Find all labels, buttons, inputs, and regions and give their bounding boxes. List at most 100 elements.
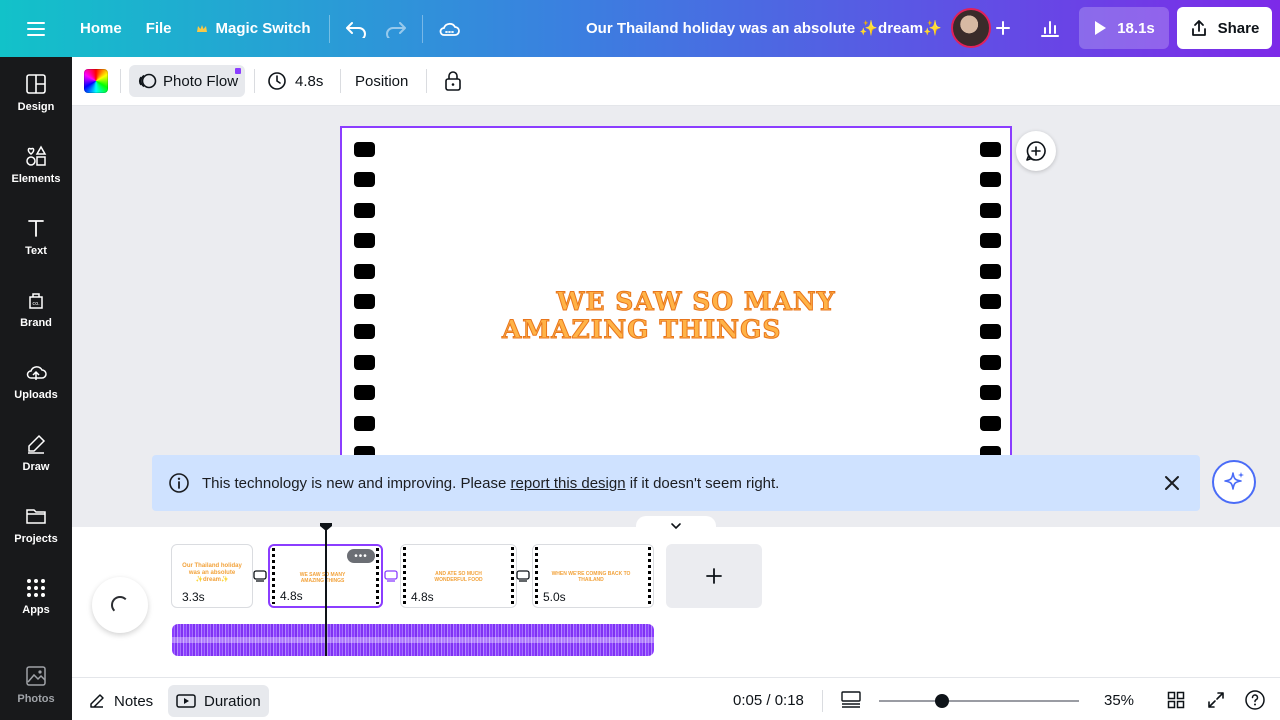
cloud-save-status[interactable] (429, 9, 469, 49)
transition-icon (516, 570, 530, 582)
bottom-bar: Notes Duration 0:05 / 0:18 35% (72, 677, 1280, 720)
transition-button[interactable] (384, 569, 398, 583)
sidebar-item-label: Uploads (14, 389, 58, 401)
animation-label: Photo Flow (163, 72, 239, 90)
expand-icon (1208, 692, 1224, 708)
film-strip (511, 547, 514, 605)
chevron-down-icon (671, 523, 681, 530)
sidebar-item-label: Text (25, 245, 47, 257)
scene-duration: 5.0s (541, 590, 568, 604)
elements-icon (26, 145, 47, 166)
sidebar-item-photos[interactable]: Photos (0, 653, 72, 717)
transition-icon (253, 570, 267, 582)
transition-button[interactable] (516, 569, 530, 583)
sidebar-item-label: Photos (17, 693, 55, 705)
page-view-icon (841, 691, 861, 708)
redo-icon (385, 21, 406, 38)
plus-icon (996, 21, 1010, 35)
divider (254, 69, 255, 93)
projects-icon (26, 509, 46, 524)
sidebar-item-brand[interactable]: co. Brand (0, 277, 72, 341)
file-menu[interactable]: File (134, 9, 184, 49)
invite-button[interactable] (984, 9, 1022, 47)
clock-icon (268, 72, 286, 90)
page-view-button[interactable] (840, 689, 862, 711)
insights-button[interactable] (1030, 8, 1070, 48)
canvas-headline[interactable]: WE SAW SO MANY AMAZING THINGS (502, 287, 862, 344)
zoom-slider-handle[interactable] (935, 694, 949, 708)
zoom-level[interactable]: 35% (1104, 692, 1134, 709)
design-canvas[interactable]: WE SAW SO MANY AMAZING THINGS (340, 126, 1012, 460)
magic-assistant-button[interactable] (1212, 460, 1256, 504)
playback-time: 0:05 / 0:18 (733, 692, 804, 709)
share-button[interactable]: Share (1177, 7, 1272, 49)
collapse-timeline-button[interactable] (636, 516, 716, 530)
duration-label: Duration (204, 692, 261, 710)
notes-label: Notes (114, 692, 154, 710)
top-bar: Home File Magic Switch Our Thailand holi… (0, 0, 1280, 57)
play-duration: 18.1s (1117, 19, 1155, 37)
sidebar-item-design[interactable]: Design (0, 61, 72, 125)
undo-button[interactable] (336, 9, 376, 49)
scene-more-options-button[interactable]: ••• (347, 549, 375, 563)
scene-thumbnail-1[interactable]: Our Thailand holiday was an absolute ✨dr… (171, 544, 253, 608)
color-picker-button[interactable] (84, 69, 108, 93)
apps-icon (27, 579, 45, 597)
scene-thumb-text: AND ATE SO MUCH WONDERFUL FOOD (434, 571, 483, 583)
home-button[interactable]: Home (68, 9, 134, 49)
sidebar-item-projects[interactable]: Projects (0, 493, 72, 557)
close-icon (1165, 476, 1179, 490)
timing-button[interactable]: 4.8s (267, 65, 323, 97)
scene-thumbnail-4[interactable]: WHEN WE'RE COMING BACK TO THAILAND 5.0s (532, 544, 654, 608)
new-badge (235, 68, 241, 74)
redo-button[interactable] (376, 9, 416, 49)
hamburger-icon (27, 21, 45, 36)
divider (822, 690, 823, 712)
info-icon (169, 473, 189, 493)
sidebar-item-text[interactable]: Text (0, 205, 72, 269)
scene-thumbnail-3[interactable]: AND ATE SO MUCH WONDERFUL FOOD 4.8s (400, 544, 517, 608)
playhead[interactable] (325, 527, 327, 656)
notice-prefix: This technology is new and improving. Pl… (202, 474, 511, 492)
magic-switch-label: Magic Switch (215, 20, 311, 37)
crown-icon (196, 24, 207, 32)
notice-text: This technology is new and improving. Pl… (202, 475, 779, 492)
design-title[interactable]: Our Thailand holiday was an absolute ✨dr… (586, 19, 942, 37)
duration-button[interactable]: Duration (168, 685, 269, 717)
add-comment-button[interactable] (1016, 131, 1056, 171)
grid-view-button[interactable] (1165, 689, 1187, 711)
sidebar-item-draw[interactable]: Draw (0, 421, 72, 485)
scene-duration: 4.8s (409, 590, 436, 604)
divider (340, 69, 341, 93)
film-strip (376, 548, 379, 604)
close-notice-button[interactable] (1160, 471, 1184, 495)
magic-switch-button[interactable]: Magic Switch (184, 9, 323, 49)
notice-suffix: if it doesn't seem right. (625, 474, 780, 492)
lock-button[interactable] (441, 69, 465, 93)
report-design-link[interactable]: report this design (511, 475, 626, 492)
sidebar-item-apps[interactable]: Apps (0, 565, 72, 629)
present-button[interactable]: 18.1s (1079, 7, 1169, 49)
animation-button[interactable]: Photo Flow (129, 65, 245, 97)
sidebar-item-elements[interactable]: Elements (0, 133, 72, 197)
scene-duration: 3.3s (180, 590, 207, 604)
svg-text:co.: co. (32, 301, 40, 307)
transition-button[interactable] (253, 569, 267, 583)
notes-button[interactable]: Notes (80, 685, 161, 717)
zoom-slider[interactable] (879, 700, 1079, 702)
share-icon (1191, 20, 1206, 36)
audio-track[interactable] (172, 624, 654, 656)
headline-line-1: WE SAW SO MANY (556, 287, 836, 316)
sidebar-item-label: Elements (11, 173, 61, 185)
comment-add-icon (1026, 141, 1046, 161)
sidebar-item-label: Design (17, 101, 55, 113)
sidebar-item-uploads[interactable]: Uploads (0, 349, 72, 413)
plus-icon (706, 568, 722, 584)
menu-button[interactable] (0, 9, 72, 49)
add-page-button[interactable] (666, 544, 762, 608)
share-label: Share (1217, 19, 1260, 37)
position-button[interactable]: Position (355, 65, 408, 97)
animate-icon (138, 73, 157, 89)
fullscreen-button[interactable] (1205, 689, 1227, 711)
help-button[interactable] (1244, 689, 1266, 711)
